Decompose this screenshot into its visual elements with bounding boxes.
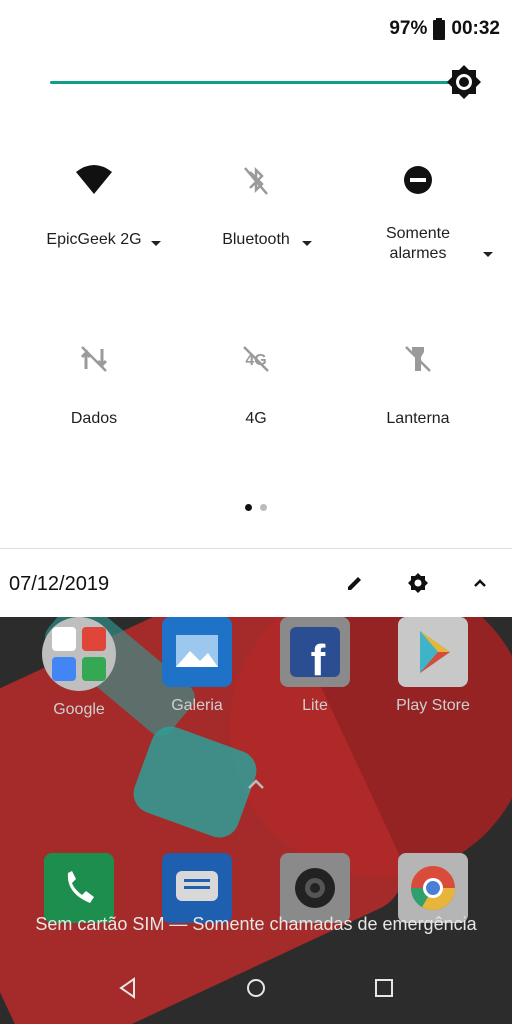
- brightness-track[interactable]: [50, 81, 452, 84]
- tile-wifi-label: EpicGeek 2G: [46, 231, 142, 248]
- battery-percent: 97%: [389, 18, 428, 39]
- app-label: Google: [53, 701, 105, 718]
- app-label: Galeria: [171, 697, 223, 714]
- date-label: 07/12/2019: [9, 573, 110, 595]
- dnd-dropdown-icon[interactable]: [483, 252, 493, 257]
- tile-dnd-label: Somente alarmes: [385, 225, 451, 262]
- tile-bluetooth[interactable]: Bluetooth: [176, 160, 336, 250]
- bluetooth-off-icon: [244, 166, 268, 195]
- dock-phone[interactable]: [29, 853, 129, 923]
- mobile-data-off-icon: [80, 346, 108, 372]
- back-icon[interactable]: [116, 976, 140, 1000]
- camera-icon: [280, 853, 350, 923]
- status-bar: 97% 00:32: [389, 14, 500, 44]
- gallery-icon: [162, 617, 232, 687]
- app-drawer-chevron-icon[interactable]: [246, 777, 266, 791]
- tile-mobile-data[interactable]: Dados: [14, 339, 174, 429]
- flashlight-off-icon: [405, 346, 431, 372]
- navigation-bar: [0, 946, 512, 1024]
- messages-icon: [162, 853, 232, 923]
- tile-data-label: Dados: [70, 410, 118, 427]
- collapse-chevron-icon[interactable]: [468, 571, 492, 595]
- app-label: Lite: [302, 697, 328, 714]
- page-dot-active: [245, 504, 252, 511]
- page-dot-inactive: [260, 504, 267, 511]
- svg-text:f: f: [311, 636, 326, 685]
- wifi-icon: [76, 165, 112, 194]
- quick-settings-panel: 97% 00:32 EpicGeek 2G Bluetooth Somente …: [0, 0, 512, 617]
- tile-bluetooth-label: Bluetooth: [222, 231, 290, 248]
- settings-gear-icon[interactable]: [406, 571, 430, 595]
- app-play-store[interactable]: Play Store: [383, 617, 483, 715]
- tile-wifi[interactable]: EpicGeek 2G: [14, 160, 174, 250]
- bluetooth-dropdown-icon[interactable]: [302, 241, 312, 246]
- app-facebook-lite[interactable]: f Lite: [265, 617, 365, 715]
- clock: 00:32: [451, 18, 500, 39]
- app-galeria[interactable]: Galeria: [147, 617, 247, 715]
- app-label: Play Store: [396, 697, 470, 714]
- wifi-dropdown-icon[interactable]: [151, 241, 161, 246]
- play-store-icon: [398, 617, 468, 687]
- edit-icon[interactable]: [343, 571, 367, 595]
- tile-4g[interactable]: 4G 4G: [176, 339, 336, 429]
- app-google-folder[interactable]: Google: [29, 617, 129, 719]
- dock-camera[interactable]: [265, 853, 365, 923]
- no-sim-message: Sem cartão SIM — Somente chamadas de eme…: [35, 914, 477, 934]
- google-folder-icon: [42, 617, 116, 691]
- dock-messages[interactable]: [147, 853, 247, 923]
- brightness-slider[interactable]: [50, 64, 482, 104]
- brightness-icon[interactable]: [446, 64, 482, 100]
- tile-do-not-disturb[interactable]: Somente alarmes: [338, 160, 498, 264]
- dock-chrome[interactable]: [383, 853, 483, 923]
- page-indicator: [245, 504, 267, 511]
- chrome-icon: [398, 853, 468, 923]
- recents-icon[interactable]: [372, 976, 396, 1000]
- home-icon[interactable]: [244, 976, 268, 1000]
- do-not-disturb-icon: [404, 166, 432, 194]
- tile-4g-label: 4G: [245, 410, 267, 427]
- phone-icon: [44, 853, 114, 923]
- quick-settings-footer: 07/12/2019: [0, 549, 512, 617]
- tile-flashlight[interactable]: Lanterna: [338, 339, 498, 429]
- tile-flashlight-label: Lanterna: [386, 410, 450, 427]
- 4g-off-icon: 4G: [243, 346, 269, 372]
- facebook-lite-icon: f: [280, 617, 350, 687]
- battery-icon: [433, 18, 446, 40]
